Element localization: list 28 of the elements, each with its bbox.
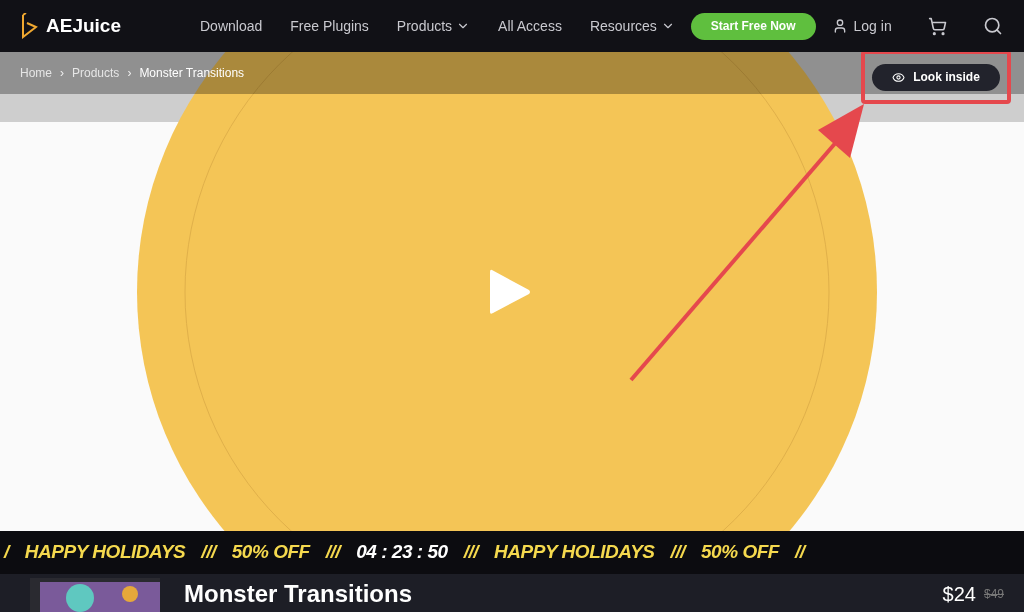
ticker-separator: // [795, 540, 805, 565]
look-inside-button[interactable]: Look inside [872, 63, 1000, 91]
old-price: $49 [983, 586, 1004, 603]
eye-icon [892, 70, 906, 84]
product-title: Monster Transitions [184, 579, 413, 609]
ticker-separator: /// [670, 540, 685, 565]
login-link[interactable]: Log in [831, 15, 892, 37]
ticker-separator: /// [463, 540, 479, 565]
promo-text: 50% OFF [231, 540, 310, 565]
product-price: $24 [942, 582, 976, 607]
promo-text: HAPPY HOLIDAYS [24, 540, 186, 565]
search-icon[interactable] [982, 16, 1003, 36]
logo-text: AEJuice [46, 13, 121, 38]
promo-text: 50% OFF [701, 540, 779, 565]
nav-link[interactable]: Resources [589, 15, 675, 37]
breadcrumb-separator: › [60, 65, 64, 82]
countdown-timer: 04 : 23 : 50 [356, 540, 448, 565]
promo-text: HAPPY HOLIDAYS [494, 540, 655, 565]
nav-link[interactable]: Products [396, 15, 471, 37]
nav-link[interactable]: All Access [498, 15, 562, 37]
cart-icon[interactable] [927, 16, 947, 36]
nav-link[interactable]: Download [200, 15, 263, 37]
ticker-separator: /// [325, 540, 341, 565]
ticker-separator: / [4, 540, 9, 565]
breadcrumb-separator: › [127, 65, 132, 82]
logo-icon [20, 13, 38, 39]
nav-link[interactable]: Free Plugins [290, 15, 369, 37]
ticker-separator: /// [201, 540, 216, 565]
